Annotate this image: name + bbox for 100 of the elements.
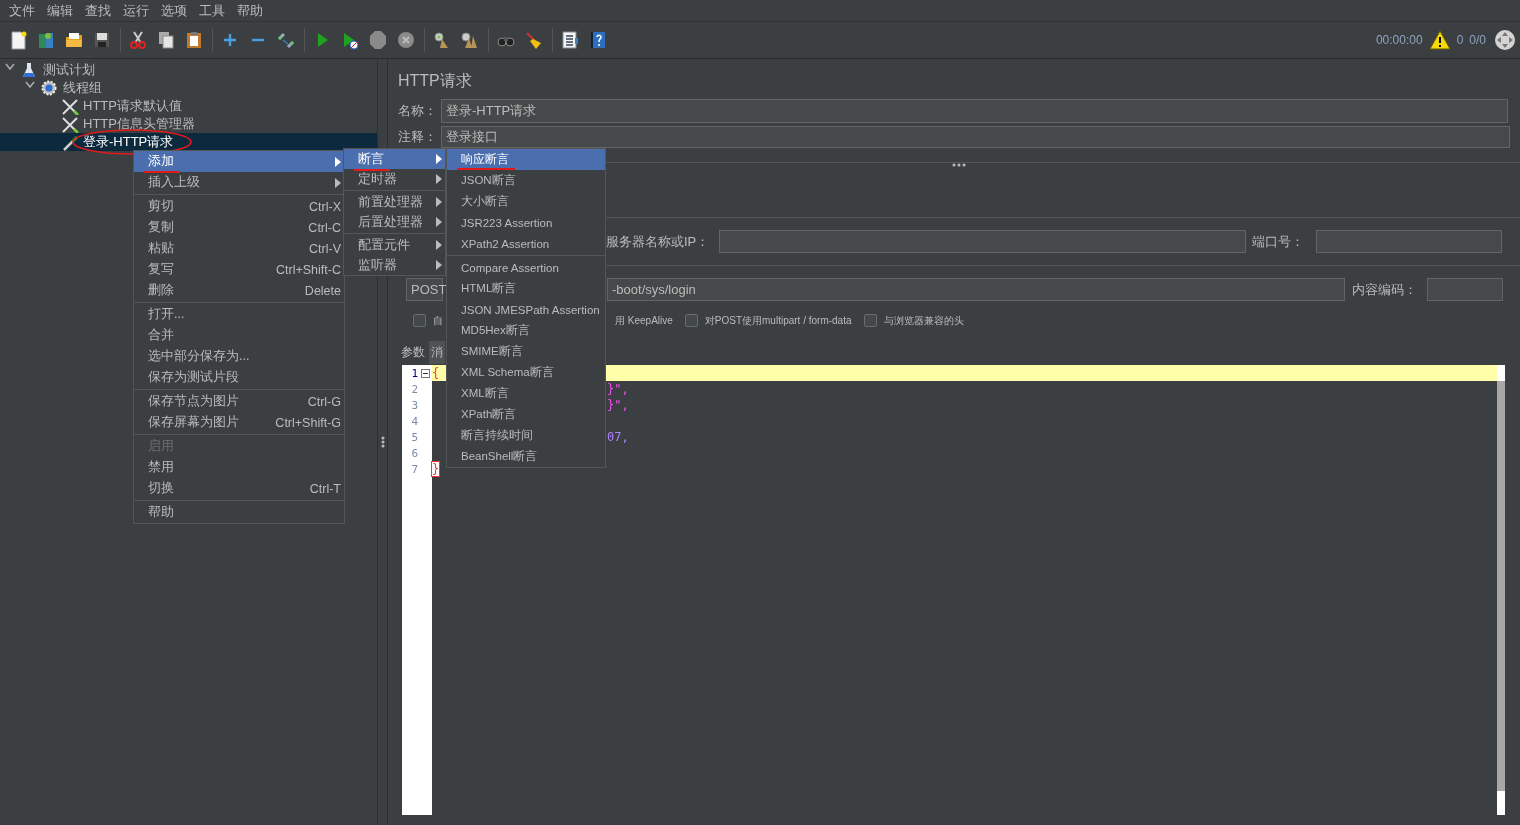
comment-field[interactable]: 登录接口 [441,126,1510,148]
stop-icon[interactable] [368,30,388,50]
menu-item[interactable]: XML断言 [447,383,605,404]
paste-icon[interactable] [184,30,204,50]
line-number: 4 [411,414,418,428]
checkbox-label: 与浏览器兼容的头 [883,313,964,328]
broom-gear-icon[interactable] [460,30,480,50]
menu-item[interactable]: JSON断言 [447,170,605,191]
menu-title[interactable]: 查找 [79,1,117,20]
copy-icon[interactable] [156,30,176,50]
menu-item[interactable]: 断言持续时间 [447,425,605,446]
menu-item[interactable]: 前置处理器 [344,192,445,212]
menu-item[interactable]: 粘贴 Ctrl-V [134,238,344,259]
menu-item[interactable]: HTML断言 [447,278,605,299]
menu-item[interactable]: XPath断言 [447,404,605,425]
field-label: 端口号： [1252,232,1304,251]
menu-item[interactable]: 响应断言 [447,149,605,170]
menu-item[interactable]: XPath2 Assertion [447,233,605,254]
menu-item[interactable]: 复写 Ctrl+Shift-C [134,259,344,280]
splitter-handle-icon[interactable] [380,436,385,448]
menu-item[interactable]: 禁用 [134,457,344,478]
crossed-tools-icon [61,115,79,133]
menu-title[interactable]: 编辑 [41,1,79,20]
menu-item[interactable]: JSR223 Assertion [447,212,605,233]
menu-item[interactable]: 监听器 [344,255,445,275]
menu-title[interactable]: 运行 [117,1,155,20]
chevron-down-icon[interactable] [5,63,15,71]
field-label: 服务器名称或IP： [606,232,710,251]
menu-item[interactable]: SMIME断言 [447,341,605,362]
warning-icon[interactable] [1428,30,1451,50]
timer-text: 00:00:00 [1375,33,1423,47]
menu-item[interactable]: 后置处理器 [344,212,445,232]
broom-icon[interactable] [524,30,544,50]
list-icon[interactable] [560,30,580,50]
checkbox[interactable] [863,314,877,327]
menu-title[interactable]: 文件 [3,1,41,20]
code-text: 07, [607,430,629,444]
checkbox-label: 用 KeepAlive [615,313,673,328]
line-number: 5 [411,430,418,444]
code-text: } [432,462,440,476]
menu-item[interactable]: Compare Assertion [447,257,605,278]
menu-item[interactable]: 插入上级 [134,172,344,193]
menu-item[interactable]: 选中部分保存为... [134,346,344,367]
cancel-icon[interactable] [396,30,416,50]
globe-icon[interactable] [1494,29,1516,51]
menu-item[interactable]: 配置元件 [344,235,445,255]
menu-item[interactable]: 剪切 Ctrl-X [134,196,344,217]
new-file-icon[interactable] [8,30,28,50]
save-icon[interactable] [92,30,112,50]
menu-item[interactable]: 保存为测试片段 [134,367,344,388]
menu-item[interactable]: XML Schema断言 [447,362,605,383]
menu-item[interactable]: 合并 [134,325,344,346]
shortcut-text: Delete [304,283,341,298]
menu-item[interactable]: 切换 Ctrl-T [134,478,344,499]
scrollbar[interactable] [1497,365,1505,815]
field-label: 注释： [398,128,438,146]
shortcut-text: Ctrl-T [309,481,341,496]
menu-title[interactable]: 工具 [193,1,231,20]
menu-item[interactable]: MD5Hex断言 [447,320,605,341]
fold-icon[interactable] [421,368,430,378]
gear-icon [41,79,59,97]
menu-item[interactable]: 添加 [134,151,344,172]
server-field[interactable] [719,230,1246,253]
menu-item[interactable]: 帮助 [134,502,344,523]
pens-icon[interactable] [276,30,296,50]
field-label: 内容编码： [1352,280,1417,299]
help-icon[interactable] [588,30,608,50]
checkbox[interactable] [684,314,698,327]
checkbox[interactable] [413,314,426,327]
name-field[interactable]: 登录-HTTP请求 [441,99,1508,123]
menu-item[interactable]: 断言 [344,149,445,169]
menu-item[interactable]: 大小断言 [447,191,605,212]
path-field[interactable]: -boot/sys/login [607,278,1345,301]
checkbox-label: 对POST使用multipart / form-data [704,313,852,328]
line-number: 3 [411,398,418,412]
shortcut-text: Ctrl+Shift-C [276,262,341,277]
port-field[interactable] [1316,230,1502,253]
chevron-down-icon[interactable] [25,81,35,89]
menu-item[interactable]: 保存节点为图片 Ctrl-G [134,391,344,412]
menu-item[interactable]: 定时器 [344,169,445,189]
menu-item[interactable]: 删除 Delete [134,280,344,301]
tree-item[interactable]: 测试计划 [0,61,377,79]
more-dots-icon[interactable] [952,163,966,167]
menu-title[interactable]: 帮助 [231,1,269,20]
tree-item[interactable]: HTTP请求默认值 [0,97,377,115]
line-number: 1 [411,366,418,380]
open-folder-icon[interactable] [64,30,84,50]
menu-item[interactable]: JSON JMESPath Assertion [447,299,605,320]
tab[interactable]: 消 [429,341,445,364]
tree-item[interactable]: 线程组 [0,79,377,97]
menu-title[interactable]: 选项 [155,1,193,20]
book-icon[interactable] [36,30,56,50]
menu-item[interactable]: 保存屏幕为图片 Ctrl+Shift-G [134,412,344,433]
cut-icon[interactable] [128,30,148,50]
tree-item[interactable]: HTTP信息头管理器 [0,115,377,133]
menu-item[interactable]: 复制 Ctrl-C [134,217,344,238]
menu-item[interactable]: BeanShell断言 [447,446,605,467]
encoding-field[interactable] [1427,278,1503,301]
tab[interactable]: 参数 [399,341,429,364]
menu-item[interactable]: 打开... [134,304,344,325]
